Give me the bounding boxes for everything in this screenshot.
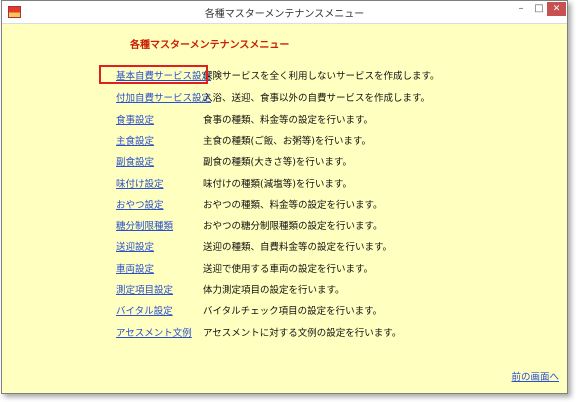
window-title: 各種マスターメンテナンスメニュー [204, 9, 365, 20]
menu-item-measurement: 測定項目設定 体力測定項目の設定を行います。 [2, 282, 567, 298]
minimize-button[interactable]: – [513, 2, 529, 16]
close-button[interactable]: ✕ [547, 2, 566, 16]
page-heading: 各種マスターメンテナンスメニュー [130, 40, 290, 51]
menu-link[interactable]: 主食設定 [116, 133, 154, 147]
menu-item-snack: おやつ設定 おやつの種類、料金等の設定を行います。 [2, 197, 567, 213]
menu-item-vehicle: 車両設定 送迎で使用する車両の設定を行います。 [2, 261, 567, 277]
menu-item-side-dish: 副食設定 副食の種類(大きさ等)を行います。 [2, 154, 567, 170]
app-window: 各種マスターメンテナンスメニュー – □ ✕ 各種マスターメンテナンスメニュー … [1, 0, 568, 394]
title-bar: 各種マスターメンテナンスメニュー – □ ✕ [2, 1, 567, 24]
back-link[interactable]: 前の画面へ [511, 369, 559, 383]
menu-description: 送迎の種類、自費料金等の設定を行います。 [203, 242, 393, 253]
menu-link[interactable]: 副食設定 [116, 154, 154, 168]
menu-item-sugar-restriction: 糖分制限種類 おやつの糖分制限種類の設定を行います。 [2, 218, 567, 234]
menu-link[interactable]: 送迎設定 [116, 239, 154, 253]
menu-link[interactable]: 食事設定 [116, 112, 154, 126]
menu-description: バイタルチェック項目の設定を行います。 [203, 306, 383, 317]
menu-description: おやつの糖分制限種類の設定を行います。 [203, 221, 383, 232]
menu-description: おやつの種類、料金等の設定を行います。 [203, 200, 383, 211]
menu-description: 入浴、送迎、食事以外の自費サービスを作成します。 [203, 93, 431, 104]
menu-link[interactable]: 味付け設定 [116, 176, 164, 190]
menu-link[interactable]: アセスメント文例 [116, 325, 192, 339]
menu-description: 送迎で使用する車両の設定を行います。 [203, 264, 374, 275]
menu-description: 食事の種類、料金等の設定を行います。 [203, 115, 374, 126]
menu-item-vital: バイタル設定 バイタルチェック項目の設定を行います。 [2, 303, 567, 319]
menu-item-transport: 送迎設定 送迎の種類、自費料金等の設定を行います。 [2, 239, 567, 255]
menu-description: 体力測定項目の設定を行います。 [203, 285, 345, 296]
maximize-button[interactable]: □ [531, 2, 547, 16]
menu-description: 主食の種類(ご飯、お粥等)を行います。 [203, 136, 371, 147]
menu-item-staple-food: 主食設定 主食の種類(ご飯、お粥等)を行います。 [2, 133, 567, 149]
menu-description: 味付けの種類(減塩等)を行います。 [203, 179, 352, 190]
menu-link[interactable]: おやつ設定 [116, 197, 164, 211]
menu-item-meal: 食事設定 食事の種類、料金等の設定を行います。 [2, 112, 567, 128]
menu-link[interactable]: 糖分制限種類 [116, 218, 173, 232]
menu-description: アセスメントに対する文例の設定を行います。 [203, 328, 402, 339]
selection-highlight [99, 65, 208, 84]
menu-item-additional-self-pay-service: 付加自費サービス設定 入浴、送迎、食事以外の自費サービスを作成します。 [2, 90, 567, 106]
menu-description: 副食の種類(大きさ等)を行います。 [203, 157, 352, 168]
menu-link[interactable]: バイタル設定 [116, 303, 173, 317]
menu-item-assessment-template: アセスメント文例 アセスメントに対する文例の設定を行います。 [2, 325, 567, 341]
menu-description: 保険サービスを全く利用しないサービスを作成します。 [203, 71, 440, 82]
menu-item-basic-self-pay-service: 基本自費サービス設定 保険サービスを全く利用しないサービスを作成します。 [2, 68, 567, 84]
menu-link[interactable]: 測定項目設定 [116, 282, 173, 296]
menu-item-seasoning: 味付け設定 味付けの種類(減塩等)を行います。 [2, 176, 567, 192]
menu-link[interactable]: 車両設定 [116, 261, 154, 275]
menu-link[interactable]: 付加自費サービス設定 [116, 90, 211, 104]
